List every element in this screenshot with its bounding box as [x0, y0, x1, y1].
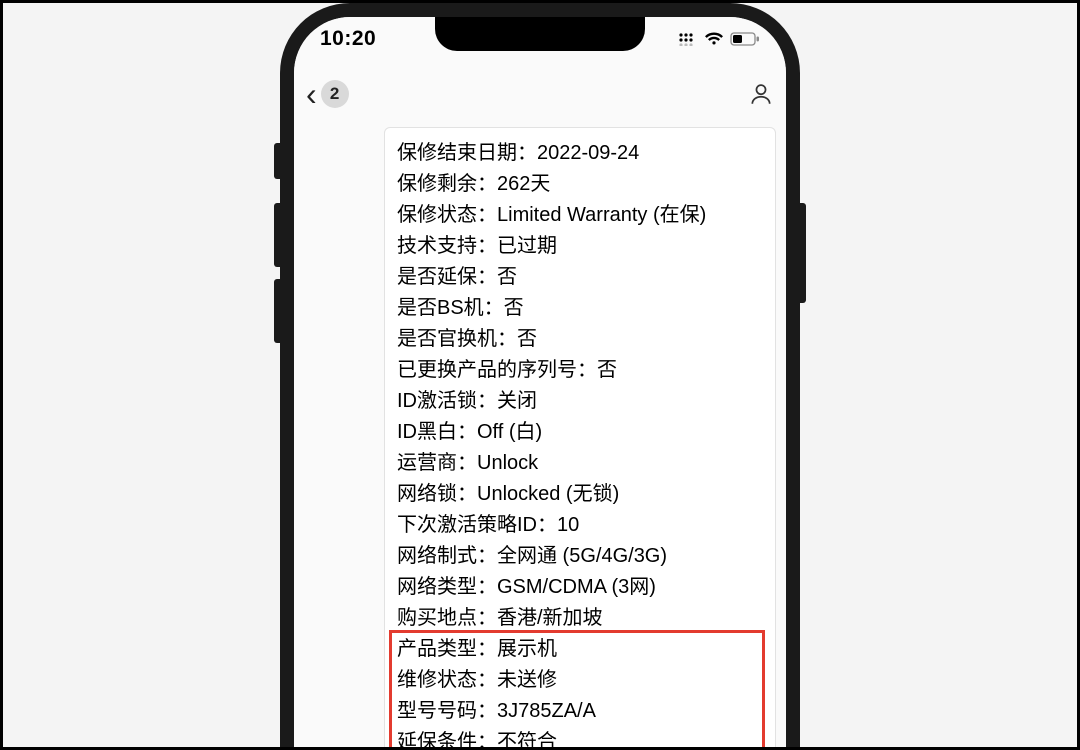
info-row: 保修剩余：262天: [397, 169, 763, 200]
image-frame: 10:20 ‹ 2 保修结束日期：2022-09-24保修剩余：26: [0, 0, 1080, 750]
info-row: 网络类型：GSM/CDMA (3网): [397, 572, 763, 603]
screen: 10:20 ‹ 2 保修结束日期：2022-09-24保修剩余：26: [294, 17, 786, 747]
back-count-badge: 2: [321, 80, 349, 108]
info-row: 是否延保：否: [397, 262, 763, 293]
info-row: 网络锁：Unlocked (无锁): [397, 479, 763, 510]
notch: [435, 17, 645, 51]
info-row: 是否BS机：否: [397, 293, 763, 324]
chevron-left-icon: ‹: [306, 78, 317, 110]
info-row: 延保条件：不符合: [397, 727, 763, 747]
info-row: ID激活锁：关闭: [397, 386, 763, 417]
info-row: 维修状态：未送修: [397, 665, 763, 696]
wifi-icon: [704, 32, 724, 46]
back-button[interactable]: ‹ 2: [306, 78, 349, 110]
info-row: 型号号码：3J785ZA/A: [397, 696, 763, 727]
info-row: 技术支持：已过期: [397, 231, 763, 262]
phone-frame: 10:20 ‹ 2 保修结束日期：2022-09-24保修剩余：26: [280, 3, 800, 747]
message-bubble: 保修结束日期：2022-09-24保修剩余：262天保修状态：Limited W…: [384, 127, 776, 747]
battery-icon: [730, 32, 760, 46]
phone: 10:20 ‹ 2 保修结束日期：2022-09-24保修剩余：26: [280, 3, 800, 747]
nav-bar: ‹ 2: [294, 71, 786, 117]
info-row: 下次激活策略ID：10: [397, 510, 763, 541]
message-area[interactable]: 保修结束日期：2022-09-24保修剩余：262天保修状态：Limited W…: [294, 127, 786, 747]
cellular-icon: [678, 32, 698, 46]
info-row: 购买地点：香港/新加坡: [397, 603, 763, 634]
profile-icon[interactable]: [748, 81, 774, 107]
status-right: [678, 32, 760, 46]
info-row: 保修状态：Limited Warranty (在保): [397, 200, 763, 231]
info-row: ID黑白：Off (白): [397, 417, 763, 448]
info-row: 产品类型：展示机: [397, 634, 763, 665]
info-row: 是否官换机：否: [397, 324, 763, 355]
status-time: 10:20: [320, 27, 376, 51]
info-row: 网络制式：全网通 (5G/4G/3G): [397, 541, 763, 572]
info-row: 运营商：Unlock: [397, 448, 763, 479]
info-row: 已更换产品的序列号：否: [397, 355, 763, 386]
power-button: [800, 203, 806, 303]
info-row: 保修结束日期：2022-09-24: [397, 138, 763, 169]
